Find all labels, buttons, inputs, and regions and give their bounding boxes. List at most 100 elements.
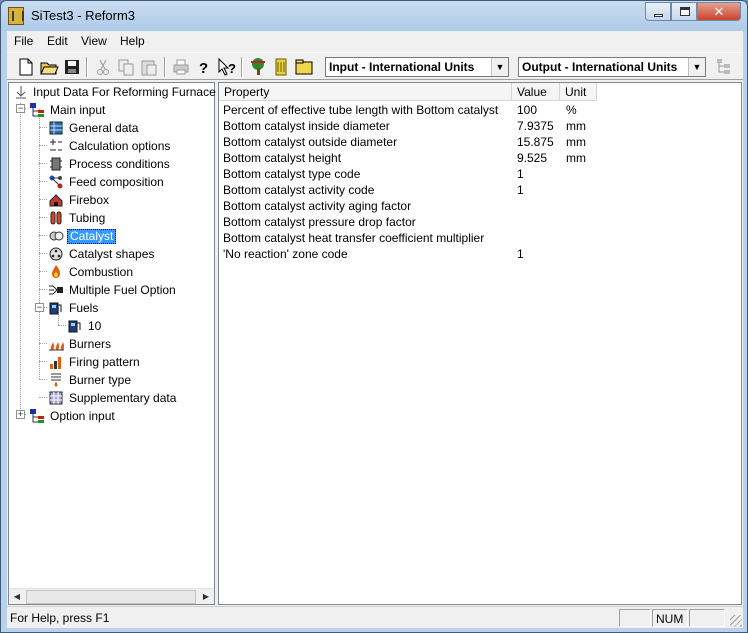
window-title: SiTest3 - Reform3 — [31, 8, 136, 23]
cut-scissors-icon[interactable] — [92, 56, 114, 78]
tree-item-label: Firebox — [69, 193, 110, 207]
tree-item-label: Firing pattern — [69, 355, 140, 369]
save-disk-icon[interactable] — [61, 56, 83, 78]
cell-property: Percent of effective tube length with Bo… — [223, 103, 499, 117]
cell-property: Bottom catalyst activity aging factor — [223, 199, 412, 213]
output-units-value: Output - International Units — [522, 60, 678, 74]
chevron-down-icon[interactable]: ▼ — [491, 58, 508, 76]
menu-edit[interactable]: Edit — [47, 34, 68, 48]
status-bar: For Help, press F1 NUM — [7, 606, 743, 628]
burner-type-icon — [51, 373, 61, 387]
menu-view[interactable]: View — [81, 34, 107, 48]
copy-icon[interactable] — [115, 56, 137, 78]
catalyst-icon[interactable] — [270, 56, 292, 78]
minimize-icon — [654, 14, 663, 17]
svg-text:?: ? — [199, 60, 208, 77]
bars-icon — [50, 357, 61, 369]
table-icon — [49, 121, 63, 135]
tree-item-label: Combustion — [69, 265, 134, 279]
collapse-fuels-icon[interactable]: − — [35, 303, 44, 312]
cell-property: Bottom catalyst heat transfer coefficien… — [223, 231, 485, 245]
tree-item-label: Tubing — [69, 211, 106, 225]
process-icon — [50, 157, 62, 171]
paste-icon[interactable] — [138, 56, 160, 78]
tree-item-label: Catalyst — [67, 229, 117, 244]
app-icon[interactable] — [8, 7, 24, 25]
tree-view[interactable]: Input Data For Reforming Furnace − Main … — [8, 82, 216, 605]
fuel-merge-icon — [49, 285, 63, 295]
tree-item-label: Feed composition — [69, 175, 164, 189]
status-num: NUM — [652, 609, 688, 627]
tree-horizontal-scrollbar[interactable]: ◀ ▶ — [9, 588, 214, 604]
scroll-right-icon[interactable]: ▶ — [198, 589, 214, 605]
scroll-thumb[interactable] — [26, 590, 196, 604]
chevron-down-icon[interactable]: ▼ — [688, 58, 705, 76]
cell-property: Bottom catalyst type code — [223, 167, 361, 181]
cell-unit: % — [566, 103, 577, 117]
title-bar[interactable]: SiTest3 - Reform3 ✕ — [1, 1, 747, 31]
tree-item-label: Catalyst shapes — [69, 247, 155, 261]
house-icon — [49, 194, 63, 207]
cell-unit: mm — [566, 119, 586, 133]
context-help-icon[interactable]: ? — [216, 56, 238, 78]
input-units-select[interactable]: Input - International Units ▼ — [325, 57, 509, 77]
tree-item-label: 10 — [88, 319, 102, 333]
print-icon[interactable] — [170, 56, 192, 78]
cell-property: Bottom catalyst pressure drop factor — [223, 215, 416, 229]
tubes-icon — [50, 211, 62, 225]
expand-option-icon[interactable]: + — [16, 410, 25, 419]
cell-value: 15.875 — [517, 135, 554, 149]
resize-grip[interactable] — [730, 615, 742, 627]
tree-item-label: Multiple Fuel Option — [69, 283, 176, 297]
caption-buttons: ✕ — [645, 2, 741, 21]
folder-icon[interactable] — [293, 56, 315, 78]
fuel-pump-icon — [68, 320, 81, 333]
cell-value: 1 — [517, 183, 524, 197]
tree-item-label: Supplementary data — [69, 391, 177, 405]
close-button[interactable]: ✕ — [697, 2, 741, 21]
input-units-value: Input - International Units — [329, 60, 475, 74]
tree-root-label: Input Data For Reforming Furnace — [33, 85, 216, 99]
tree-item-label: Process conditions — [69, 157, 170, 171]
cell-unit: mm — [566, 135, 586, 149]
arrow-down-icon — [16, 86, 26, 99]
tree-item-label: Option input — [50, 409, 115, 423]
header-unit[interactable]: Unit — [560, 83, 597, 101]
flame-icon — [52, 265, 60, 278]
molecule-icon — [49, 175, 63, 189]
cell-value: 9.525 — [517, 151, 548, 165]
tree-icon[interactable] — [247, 56, 269, 78]
new-file-icon[interactable] — [15, 56, 37, 78]
status-help-text: For Help, press F1 — [10, 611, 110, 625]
header-value[interactable]: Value — [512, 83, 560, 101]
tree-item-label: Burner type — [69, 373, 132, 387]
tree-item-label: Calculation options — [69, 139, 171, 153]
help-question-icon[interactable]: ? — [193, 56, 215, 78]
burners-icon — [49, 342, 64, 351]
cell-property: Bottom catalyst outside diameter — [223, 135, 398, 149]
menu-help[interactable]: Help — [120, 34, 145, 48]
hierarchy-icon — [30, 103, 44, 117]
maximize-button[interactable] — [671, 2, 697, 21]
cell-property: Bottom catalyst height — [223, 151, 342, 165]
toolbar: ? ? Input - International Units ▼ Output… — [7, 52, 743, 80]
header-property[interactable]: Property — [219, 83, 512, 101]
calc-options-icon — [50, 139, 62, 151]
hierarchy-icon — [30, 409, 44, 423]
cell-value: 1 — [517, 247, 524, 261]
cell-property: Bottom catalyst inside diameter — [223, 119, 390, 133]
output-units-select[interactable]: Output - International Units ▼ — [518, 57, 706, 77]
shape-icon — [49, 247, 63, 261]
tree-item-label: General data — [69, 121, 139, 135]
menu-file[interactable]: File — [14, 34, 33, 48]
scroll-left-icon[interactable]: ◀ — [9, 589, 25, 605]
collapse-main-icon[interactable]: − — [16, 104, 25, 113]
menu-bar: File Edit View Help — [7, 31, 743, 51]
property-list[interactable]: Property Value Unit Percent of effective… — [218, 82, 742, 605]
cell-value: 1 — [517, 167, 524, 181]
minimize-button[interactable] — [645, 2, 671, 21]
supplement-icon — [49, 391, 63, 405]
tree-item-label: Burners — [69, 337, 112, 351]
open-folder-icon[interactable] — [38, 56, 60, 78]
layout-icon[interactable] — [713, 56, 735, 78]
